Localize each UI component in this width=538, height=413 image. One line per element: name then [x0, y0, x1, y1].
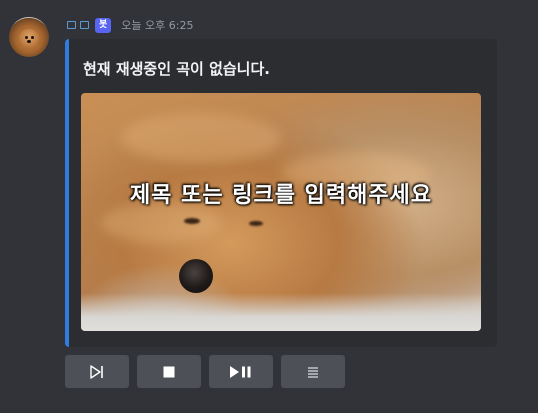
player-controls — [65, 355, 345, 388]
skip-button[interactable] — [65, 355, 129, 388]
bedsheet — [81, 293, 481, 331]
bot-tag: 봇 — [95, 17, 112, 33]
play-pause-icon — [230, 365, 251, 378]
embed-image[interactable]: 제목 또는 링크를 입력해주세요 — [81, 93, 481, 331]
dog-eye — [184, 218, 200, 224]
chat-message: 봇 오늘 오후 6:25 현재 재생중인 곡이 없습니다. 제목 또는 링크를 … — [0, 0, 538, 413]
embed-title: 현재 재생중인 곡이 없습니다. — [83, 60, 270, 78]
skip-icon — [90, 364, 103, 379]
play-pause-button[interactable] — [209, 355, 273, 388]
dog-eye — [249, 221, 263, 226]
username-glyph[interactable] — [67, 21, 76, 29]
queue-list-icon — [308, 367, 318, 377]
image-overlay-text: 제목 또는 링크를 입력해주세요 — [129, 183, 433, 208]
queue-button[interactable] — [281, 355, 345, 388]
stop-button[interactable] — [137, 355, 201, 388]
bot-avatar[interactable] — [9, 17, 49, 57]
stop-icon — [163, 366, 175, 377]
message-timestamp: 오늘 오후 6:25 — [121, 19, 194, 32]
username-glyph[interactable] — [80, 21, 89, 29]
now-playing-embed: 현재 재생중인 곡이 없습니다. 제목 또는 링크를 입력해주세요 — [65, 39, 497, 347]
dog-nose — [179, 259, 213, 293]
avatar-dog-face — [19, 29, 39, 47]
message-header: 봇 오늘 오후 6:25 — [67, 17, 193, 33]
